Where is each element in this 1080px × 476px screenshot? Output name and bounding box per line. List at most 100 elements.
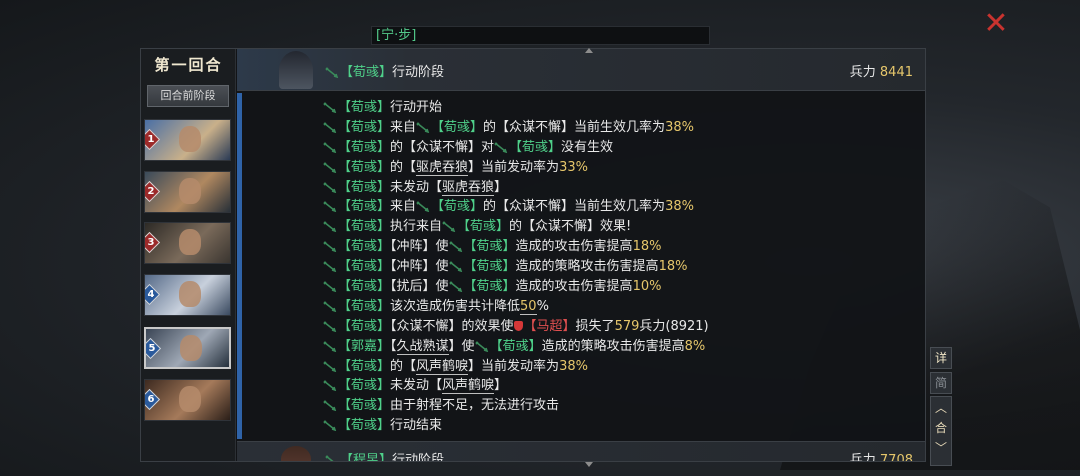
- log-text: 造成的策略攻击伤害提高: [515, 259, 659, 275]
- log-text: 【荀彧】: [338, 199, 391, 215]
- log-line: 【荀彧】执行来自 【荀彧】的【众谋不懈】效果!: [323, 217, 913, 237]
- log-text: 【荀彧】: [338, 298, 391, 314]
- enemy-shield-icon: [513, 320, 523, 331]
- general-portrait-6[interactable]: 6: [144, 379, 231, 421]
- log-text: 【荀彧】: [338, 418, 391, 434]
- sword-icon: [323, 400, 337, 412]
- general-portrait-5[interactable]: 5: [144, 327, 231, 369]
- battle-log-content: 【荀彧】行动阶段 兵力 8441 【荀彧】行动开始 【荀彧】来自 【荀彧】的【众谋不…: [237, 49, 925, 461]
- log-text: 】当前发动率为: [468, 159, 560, 175]
- log-text: 未发动【: [390, 378, 443, 394]
- log-text: 】当前发动率为: [468, 358, 560, 374]
- sword-icon: [323, 380, 337, 392]
- next-troop-count: 兵力 7708: [850, 449, 913, 461]
- skill-name[interactable]: 风声鹤唳: [416, 358, 469, 375]
- log-text: 【荀彧】: [489, 338, 542, 354]
- log-text: 【冲阵】使: [390, 239, 449, 255]
- log-text: 】: [494, 179, 508, 195]
- round-sidebar: 第一回合 回合前阶段 1 2 3 4 5 6: [141, 49, 236, 461]
- log-text: 兵力(8921): [639, 318, 709, 334]
- sword-icon: [416, 201, 430, 213]
- sword-icon: [323, 360, 337, 372]
- sword-icon: [416, 122, 430, 133]
- general-avatar: [281, 446, 311, 461]
- log-text: 【冲阵】使: [390, 259, 449, 275]
- log-text: 未发动【: [390, 179, 443, 195]
- pre-round-phase-button[interactable]: 回合前阶段: [147, 85, 229, 107]
- log-text: 【荀彧】: [509, 139, 562, 155]
- position-number: 1: [147, 134, 155, 145]
- skill-name[interactable]: 久战熟谋: [396, 338, 449, 355]
- merge-toggle[interactable]: ︿ 合 ﹀: [930, 396, 952, 466]
- log-line: 【荀彧】【扰后】使 【荀彧】造成的攻击伤害提高10%: [323, 277, 913, 297]
- log-text: 18%: [632, 239, 662, 255]
- merge-label: 合: [934, 421, 947, 435]
- chevron-up-icon[interactable]: ︿: [931, 401, 951, 415]
- log-text: 【荀彧】: [338, 318, 391, 334]
- troops-value: 8441: [879, 65, 913, 80]
- log-text: 38%: [665, 119, 694, 135]
- log-text: 执行来自: [390, 219, 443, 235]
- log-text: 该次造成伤害共计降低: [390, 298, 521, 314]
- simple-tab[interactable]: 简: [930, 372, 952, 394]
- general-portrait-4[interactable]: 4: [144, 274, 231, 316]
- portrait-face: [179, 386, 201, 412]
- log-text: 的【众谋不懈】当前生效几率为: [483, 199, 666, 215]
- sword-icon: [323, 341, 337, 352]
- log-text: 【荀彧】: [463, 239, 516, 255]
- scroll-up-indicator-icon: [585, 48, 593, 53]
- action-phase-header: 【荀彧】行动阶段 兵力 8441: [237, 49, 925, 91]
- next-action-phase-header: 【程昱】行动阶段 兵力 7708: [237, 441, 925, 461]
- acting-general-name: 【荀彧】: [340, 65, 393, 80]
- sword-icon: [323, 221, 337, 233]
- log-text: 【荀彧】: [338, 239, 391, 255]
- log-text: 8%: [684, 338, 706, 354]
- general-portrait-1[interactable]: 1: [144, 119, 231, 161]
- log-line: 【荀彧】来自 【荀彧】的【众谋不懈】当前生效几率为38%: [323, 118, 913, 138]
- log-text: 【荀彧】: [338, 159, 391, 175]
- portrait-face: [179, 229, 201, 255]
- log-text: 的【众谋不懈】效果!: [509, 219, 632, 235]
- skill-name[interactable]: 驱虎吞狼: [442, 179, 495, 196]
- sword-icon: [442, 221, 456, 233]
- log-text: 38%: [559, 358, 588, 374]
- skill-name[interactable]: 50: [520, 298, 537, 315]
- chevron-down-icon[interactable]: ﹀: [931, 441, 951, 455]
- log-text: 【扰后】使: [390, 279, 449, 295]
- position-number: 2: [147, 186, 155, 197]
- sword-icon: [323, 301, 337, 312]
- log-text: 【荀彧】: [338, 100, 391, 115]
- skill-name[interactable]: 风声鹤唳: [442, 378, 495, 395]
- log-text: 【荀彧】: [431, 119, 484, 135]
- log-text: 33%: [559, 159, 588, 175]
- sword-icon: [474, 341, 488, 352]
- general-portrait-3[interactable]: 3: [144, 222, 231, 264]
- log-text: 行动结束: [390, 418, 443, 434]
- log-line: 【荀彧】的【驱虎吞狼】当前发动率为33%: [323, 158, 913, 178]
- log-text: 造成的策略攻击伤害提高: [541, 338, 685, 354]
- log-text: 【荀彧】: [463, 259, 516, 275]
- phase-label: 行动阶段: [392, 65, 445, 80]
- sword-icon: [325, 455, 334, 461]
- general-portrait-2[interactable]: 2: [144, 171, 231, 213]
- sword-icon: [323, 162, 337, 173]
- log-text: 的【众谋不懈】对: [390, 139, 495, 155]
- log-line: 【荀彧】由于射程不足，无法进行攻击: [323, 396, 913, 416]
- troops-label: 兵力: [849, 65, 876, 80]
- close-icon[interactable]: ✕: [981, 9, 1011, 40]
- position-number: 5: [148, 343, 156, 354]
- log-text: 10%: [632, 279, 662, 295]
- sword-icon: [323, 122, 337, 133]
- sword-icon: [323, 321, 337, 332]
- detail-tab[interactable]: 详: [930, 347, 952, 369]
- sword-icon: [323, 281, 337, 293]
- log-text: 来自: [390, 199, 417, 215]
- skill-name[interactable]: 驱虎吞狼: [416, 159, 469, 176]
- log-text: 造成的攻击伤害提高: [515, 239, 633, 255]
- log-text: 【荀彧】: [338, 219, 391, 235]
- log-text: 【荀彧】: [338, 259, 391, 275]
- sword-icon: [323, 241, 337, 253]
- top-banner: [宁·步]: [371, 26, 710, 45]
- log-text: 【荀彧】: [463, 279, 516, 295]
- active-stripe: [237, 93, 242, 439]
